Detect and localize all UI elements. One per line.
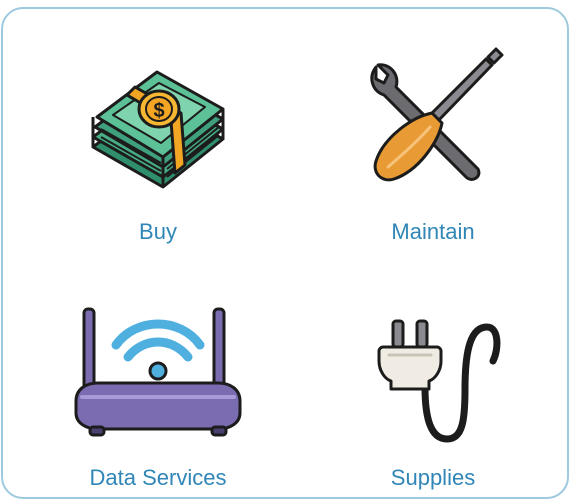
maintain-label: Maintain — [391, 219, 475, 244]
wifi-router-icon — [74, 307, 242, 437]
power-plug-icon — [377, 319, 501, 443]
buy-tile[interactable]: $ Buy — [48, 37, 268, 247]
supplies-tile[interactable]: Supplies — [323, 291, 543, 501]
wrench-screwdriver-icon — [370, 47, 504, 182]
supplies-label: Supplies — [390, 465, 476, 490]
services-menu-card: $ Buy Maintain Data Services Supplies — [1, 7, 569, 499]
buy-label: Buy — [139, 219, 177, 244]
money-stack-icon: $ — [91, 70, 225, 189]
data-services-label: Data Services — [89, 465, 227, 490]
data-services-tile[interactable]: Data Services — [48, 291, 268, 501]
maintain-tile[interactable]: Maintain — [323, 37, 543, 247]
svg-text:$: $ — [153, 100, 164, 122]
